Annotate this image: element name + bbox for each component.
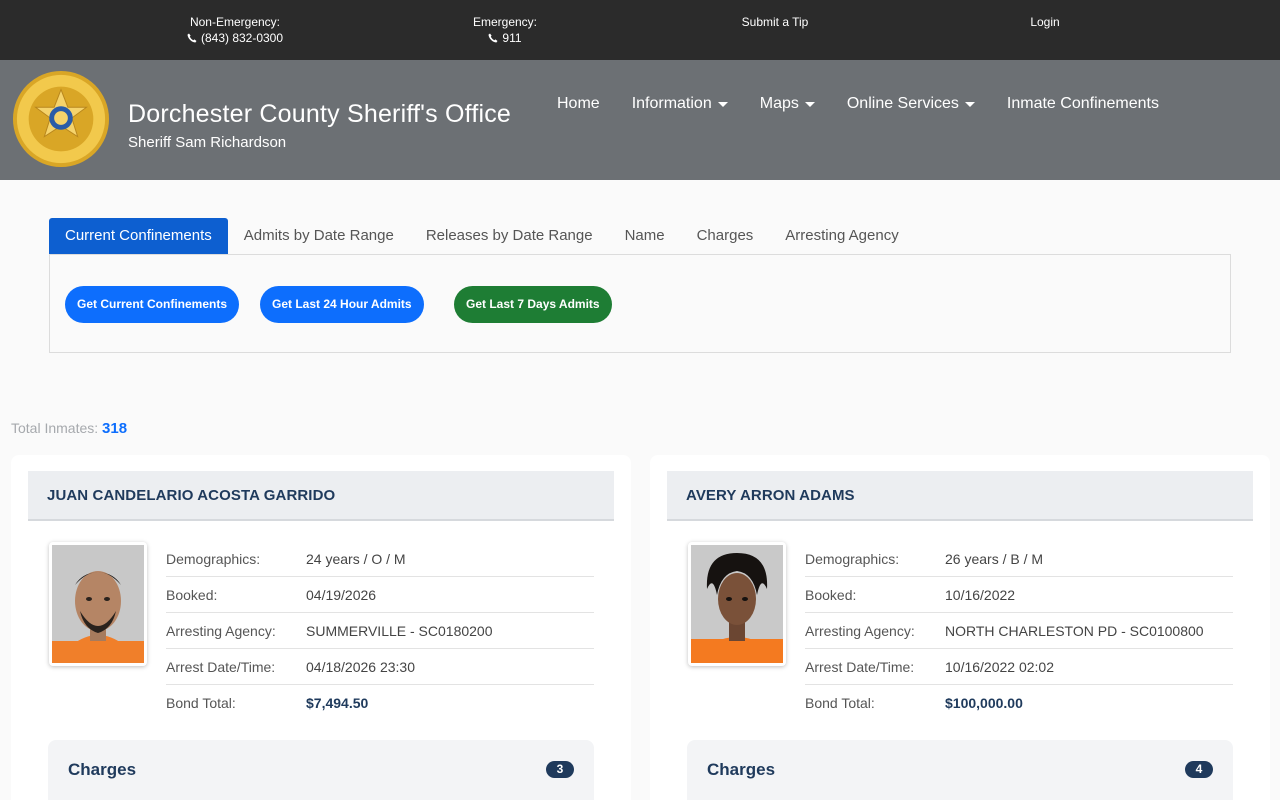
- detail-row-bond: Bond Total: $7,494.50: [166, 685, 594, 721]
- nav-home[interactable]: Home: [557, 95, 600, 113]
- inmate-details: Demographics: 24 years / O / M Booked: 04/…: [166, 541, 594, 721]
- mugshot-photo: [49, 542, 147, 666]
- charges-accordion[interactable]: Charges 3: [48, 740, 594, 800]
- get-current-confinements-button[interactable]: Get Current Confinements: [65, 286, 240, 323]
- bond-label: Bond Total:: [166, 695, 236, 711]
- charges-count-badge: 3: [546, 761, 574, 778]
- charges-accordion[interactable]: Charges 4: [687, 740, 1233, 800]
- caret-down-icon: [964, 101, 975, 107]
- booked-label: Booked:: [805, 586, 857, 603]
- submit-tip-link[interactable]: Submit a Tip: [725, 14, 825, 30]
- tab-panel: Get Current Confinements Get Last 24 Hou…: [49, 254, 1231, 353]
- inmate-details: Demographics: 26 years / B / M Booked: 10/…: [805, 541, 1233, 721]
- bond-label: Bond Total:: [805, 695, 875, 711]
- nav-information[interactable]: Information: [632, 95, 728, 113]
- get-last-7-days-admits-button[interactable]: Get Last 7 Days Admits: [454, 286, 612, 323]
- charges-label: Charges: [707, 760, 776, 779]
- site-header: Dorchester County Sheriff's Office Sheri…: [0, 60, 1280, 180]
- phone-icon: [187, 33, 197, 43]
- total-inmates-label: Total Inmates:: [11, 420, 99, 436]
- phone-icon: [488, 33, 498, 43]
- detail-row-demographics: Demographics: 24 years / O / M: [166, 541, 594, 577]
- detail-row-agency: Arresting Agency: NORTH CHARLESTON PD - S…: [805, 613, 1233, 649]
- arrest-value: 04/18/2026 23:30: [306, 658, 415, 675]
- sheriff-badge-logo[interactable]: [12, 70, 110, 168]
- inmate-card-header: AVERY ARRON ADAMS: [667, 471, 1253, 521]
- inmate-name[interactable]: JUAN CANDELARIO ACOSTA GARRIDO: [47, 487, 335, 504]
- main-nav: Home Information Maps Online Services In…: [557, 95, 1159, 113]
- booked-label: Booked:: [166, 586, 218, 603]
- tab-name[interactable]: Name: [609, 218, 681, 254]
- nav-information-label: Information: [631, 95, 712, 112]
- search-tabs: Current Confinements Admits by Date Rang…: [49, 218, 915, 254]
- bond-value: $100,000.00: [945, 695, 1023, 711]
- detail-row-arrest: Arrest Date/Time: 10/16/2022 02:02: [805, 649, 1233, 685]
- emergency-contact[interactable]: Emergency: 911: [455, 14, 555, 46]
- agency-value: SUMMERVILLE - SC0180200: [306, 622, 493, 639]
- emergency-label: Emergency:: [472, 15, 538, 29]
- arrest-value: 10/16/2022 02:02: [945, 658, 1054, 675]
- nav-maps-label: Maps: [759, 95, 799, 112]
- agency-label: Arresting Agency:: [166, 622, 276, 639]
- nav-online-services[interactable]: Online Services: [847, 95, 975, 113]
- demographics-value: 24 years / O / M: [306, 550, 406, 567]
- charges-label: Charges: [68, 760, 137, 779]
- charges-count-badge: 4: [1185, 761, 1213, 778]
- detail-row-agency: Arresting Agency: SUMMERVILLE - SC0180200: [166, 613, 594, 649]
- total-inmates: Total Inmates: 318: [11, 420, 127, 437]
- booked-value: 10/16/2022: [945, 586, 1016, 603]
- detail-row-booked: Booked: 10/16/2022: [805, 577, 1233, 613]
- utility-bar: Non-Emergency: (843) 832-0300 Emergency:…: [0, 0, 1280, 60]
- get-last-24-hour-admits-button[interactable]: Get Last 24 Hour Admits: [260, 286, 424, 323]
- nav-inmate-confinements[interactable]: Inmate Confinements: [1007, 95, 1159, 113]
- nav-maps[interactable]: Maps: [760, 95, 815, 113]
- detail-row-demographics: Demographics: 26 years / B / M: [805, 541, 1233, 577]
- demographics-label: Demographics:: [166, 550, 261, 567]
- booked-value: 04/19/2026: [306, 586, 377, 603]
- mugshot-photo: [688, 542, 786, 666]
- total-inmates-count: 318: [102, 420, 128, 437]
- login-link[interactable]: Login: [1010, 14, 1080, 30]
- tab-releases-by-date-range[interactable]: Releases by Date Range: [410, 218, 609, 254]
- non-emergency-label: Non-Emergency:: [189, 15, 281, 29]
- nav-home-label: Home: [557, 95, 600, 112]
- tab-current-confinements[interactable]: Current Confinements: [49, 218, 228, 254]
- nav-inmate-confinements-label: Inmate Confinements: [1006, 95, 1159, 112]
- inmate-card: AVERY ARRON ADAMS Demographics: 26 years …: [650, 455, 1270, 800]
- mugshot-image: [52, 545, 144, 663]
- arrest-label: Arrest Date/Time:: [805, 658, 915, 675]
- inmate-card: JUAN CANDELARIO ACOSTA GARRIDO Demograph…: [11, 455, 631, 800]
- demographics-label: Demographics:: [805, 550, 900, 567]
- org-subtitle: Sheriff Sam Richardson: [128, 134, 287, 151]
- bond-value: $7,494.50: [306, 695, 369, 711]
- nav-online-services-label: Online Services: [846, 95, 959, 112]
- tab-charges[interactable]: Charges: [681, 218, 770, 254]
- detail-row-arrest: Arrest Date/Time: 04/18/2026 23:30: [166, 649, 594, 685]
- non-emergency-phone: (843) 832-0300: [200, 31, 284, 45]
- tab-arresting-agency[interactable]: Arresting Agency: [769, 218, 914, 254]
- tab-admits-by-date-range[interactable]: Admits by Date Range: [228, 218, 410, 254]
- agency-value: NORTH CHARLESTON PD - SC0100800: [945, 622, 1204, 639]
- mugshot-image: [691, 545, 783, 663]
- detail-row-bond: Bond Total: $100,000.00: [805, 685, 1233, 721]
- inmate-card-header: JUAN CANDELARIO ACOSTA GARRIDO: [28, 471, 614, 521]
- detail-row-booked: Booked: 04/19/2026: [166, 577, 594, 613]
- org-title[interactable]: Dorchester County Sheriff's Office: [128, 100, 511, 129]
- non-emergency-contact[interactable]: Non-Emergency: (843) 832-0300: [170, 14, 300, 46]
- demographics-value: 26 years / B / M: [945, 550, 1044, 567]
- arrest-label: Arrest Date/Time:: [166, 658, 276, 675]
- agency-label: Arresting Agency:: [805, 622, 915, 639]
- caret-down-icon: [717, 101, 728, 107]
- emergency-phone: 911: [502, 31, 522, 45]
- inmate-name[interactable]: AVERY ARRON ADAMS: [686, 487, 855, 504]
- caret-down-icon: [804, 101, 815, 107]
